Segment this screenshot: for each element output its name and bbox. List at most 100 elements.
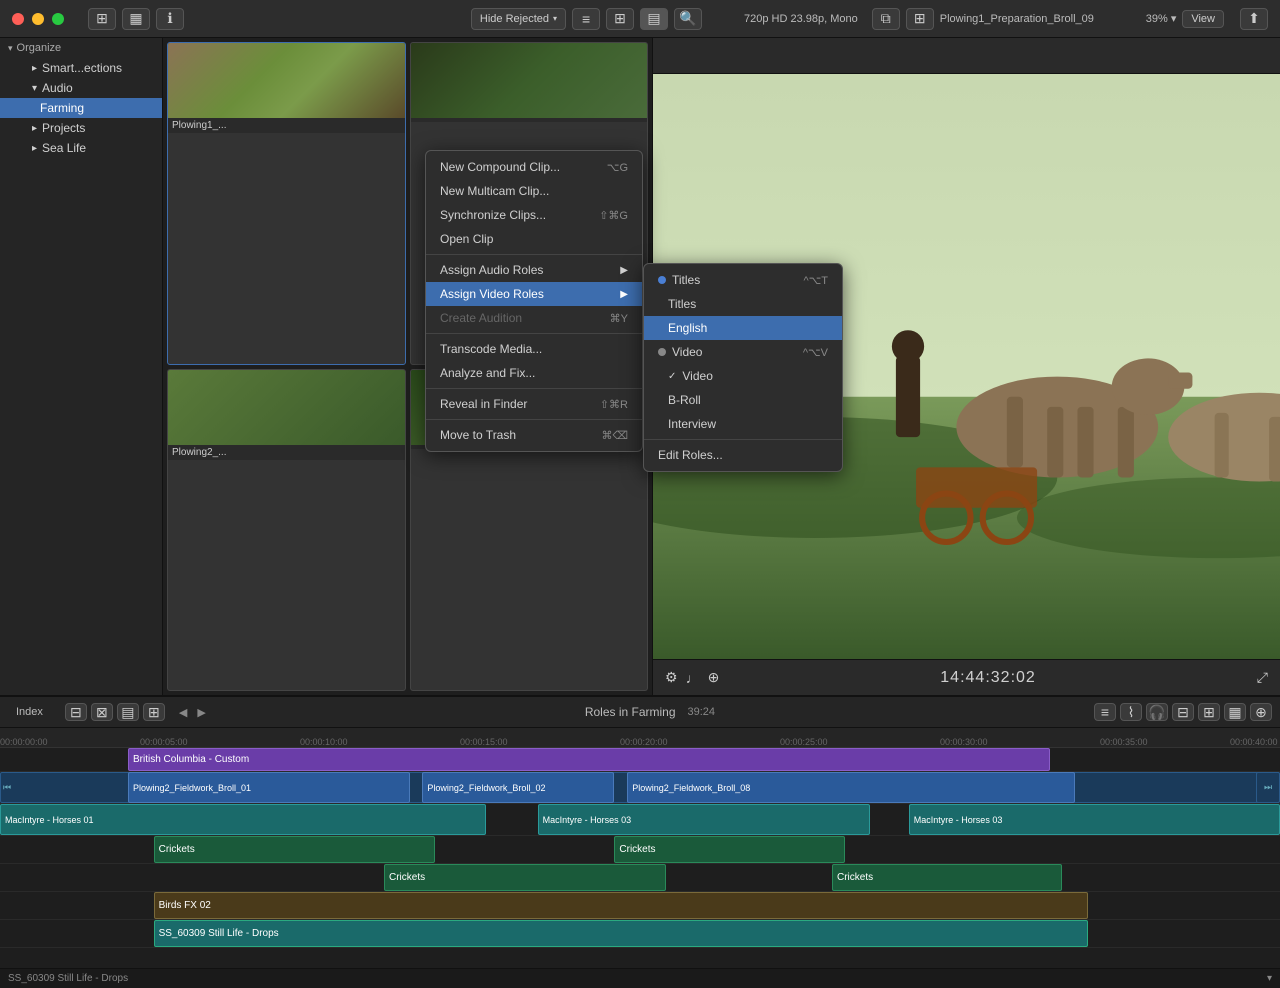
sidebar-item-sea-life[interactable]: ▸ Sea Life — [0, 138, 162, 158]
view-button[interactable]: View — [1182, 10, 1224, 28]
sub-video-role[interactable]: Video ^⌥V — [644, 340, 842, 364]
submenu-arrow-icon: ▶ — [620, 265, 628, 276]
sub-titles-role[interactable]: Titles ^⌥T — [644, 268, 842, 292]
timeline-clip[interactable]: Crickets — [832, 864, 1062, 891]
sub-titles-english-parent[interactable]: Titles — [644, 292, 842, 316]
track-content: Crickets Crickets — [0, 864, 1280, 891]
sub-broll[interactable]: B-Roll — [644, 388, 842, 412]
ctx-synchronize[interactable]: Synchronize Clips... ⇧⌘G — [426, 203, 642, 227]
share-icon[interactable]: ⬆ — [1240, 8, 1268, 30]
filter-icon[interactable]: ≡ — [572, 8, 600, 30]
index-bar: Index ⊟ ⊠ ▤ ⊞ ◀ ▶ Roles in Farming 39:24… — [0, 696, 1280, 728]
sidebar-item-farming[interactable]: Farming — [0, 98, 162, 118]
folder-icon: ▸ — [32, 63, 37, 74]
ctx-transcode[interactable]: Transcode Media... — [426, 337, 642, 361]
settings-icon[interactable]: ⚙ — [665, 669, 678, 686]
roles-icon[interactable]: ⊞ — [1198, 703, 1220, 721]
audio-icon[interactable]: ♩ — [686, 670, 700, 686]
ruler-tick: 00:00:15:00 — [460, 737, 508, 747]
maximize-button[interactable] — [52, 13, 64, 25]
waveform-icon[interactable]: ⌇ — [1120, 703, 1142, 721]
cursor-indicator: ▾ — [1267, 973, 1272, 984]
timeline-clip[interactable]: Plowing2_Fieldwork_Broll_08 — [627, 772, 1075, 803]
list-view-icon[interactable]: ▤ — [640, 8, 668, 30]
clip-appearance-icon[interactable]: ▦ — [1224, 703, 1246, 721]
timeline-clip[interactable]: MacIntyre - Horses 03 — [538, 804, 871, 835]
arrow-icon: ▾ — [8, 43, 13, 54]
clip-thumbnail — [411, 43, 648, 118]
nav-back-icon[interactable]: ◀ — [179, 706, 187, 719]
timeline-clip[interactable]: Crickets — [614, 836, 844, 863]
search-icon[interactable]: 🔍 — [674, 8, 702, 30]
ruler-tick: 00:00:25:00 — [780, 737, 828, 747]
timeline-icon2[interactable]: ⊠ — [91, 703, 113, 721]
ruler-tick: 00:00:10:00 — [300, 737, 348, 747]
fullscreen-icon[interactable]: ⤢ — [1257, 669, 1268, 686]
ruler-tick: 00:00:40:00 — [1230, 737, 1278, 747]
timeline-clip[interactable]: MacIntyre - Horses 01 — [0, 804, 486, 835]
ctx-assign-video[interactable]: Assign Video Roles ▶ — [426, 282, 642, 306]
browser-panel: Plowing1_... Plowing2_... New Compound C… — [163, 38, 653, 695]
hide-rejected-btn[interactable]: Hide Rejected ▾ — [471, 8, 566, 30]
channel-icon[interactable]: ⊟ — [1172, 703, 1194, 721]
submenu-video-roles: Titles ^⌥T Titles English Video ^⌥V — [643, 263, 843, 472]
ctx-assign-audio[interactable]: Assign Audio Roles ▶ — [426, 258, 642, 282]
grid-view-icon[interactable]: ⊞ — [606, 8, 634, 30]
close-button[interactable] — [12, 13, 24, 25]
index-tab[interactable]: Index — [8, 704, 51, 720]
ctx-separator — [426, 419, 642, 420]
timeline-icon1[interactable]: ⊟ — [65, 703, 87, 721]
track-row-drops: SS_60309 Still Life - Drops — [0, 920, 1280, 948]
timeline-clip[interactable]: MacIntyre - Horses 03 — [909, 804, 1280, 835]
ctx-analyze[interactable]: Analyze and Fix... — [426, 361, 642, 385]
ctx-separator — [426, 388, 642, 389]
clip-name-label: Plowing1_Preparation_Broll_09 — [940, 13, 1140, 25]
sub-video-check[interactable]: ✓ Video — [644, 364, 842, 388]
expand-icon[interactable]: ⊞ — [906, 8, 934, 30]
sidebar-item-audio[interactable]: ▾ Audio — [0, 78, 162, 98]
track-content: Crickets Crickets — [0, 836, 1280, 863]
track-row-birds: Birds FX 02 — [0, 892, 1280, 920]
ctx-open-clip[interactable]: Open Clip — [426, 227, 642, 251]
timeline-clip[interactable]: Crickets — [384, 864, 666, 891]
ctx-reveal-finder[interactable]: Reveal in Finder ⇧⌘R — [426, 392, 642, 416]
external-display-icon[interactable]: ⧉ — [872, 8, 900, 30]
timeline-clip[interactable]: British Columbia - Custom — [128, 748, 1050, 771]
timeline-tracks: British Columbia - Custom ⏮ Plowing2_Fie… — [0, 748, 1280, 968]
sidebar-item-smart-collections[interactable]: ▸ Smart...ections — [0, 58, 162, 78]
timeline-icon4[interactable]: ⊞ — [143, 703, 165, 721]
headphone-icon[interactable]: 🎧 — [1146, 703, 1168, 721]
sub-english[interactable]: English — [644, 316, 842, 340]
clip-thumb[interactable]: Plowing1_... — [167, 42, 406, 365]
sidebar-organize-header[interactable]: ▾ Organize — [0, 38, 162, 58]
clip-label: Plowing2_... — [168, 445, 405, 460]
role-dot-icon — [658, 348, 666, 356]
timeline-clip[interactable]: Plowing2_Fieldwork_Broll_01 — [128, 772, 410, 803]
clip-thumb[interactable]: Plowing2_... — [167, 369, 406, 692]
timeline-clip[interactable]: Birds FX 02 — [154, 892, 1088, 919]
clips-icon[interactable]: ▦ — [122, 8, 150, 30]
timeline-clip[interactable]: SS_60309 Still Life - Drops — [154, 920, 1088, 947]
resolution-label: 720p HD 23.98p, Mono — [744, 13, 858, 25]
ctx-separator — [426, 254, 642, 255]
check-icon: ✓ — [668, 371, 676, 382]
inspector-icon[interactable]: ℹ — [156, 8, 184, 30]
timeline-clip[interactable]: Plowing2_Fieldwork_Broll_02 — [422, 772, 614, 803]
ctx-new-compound[interactable]: New Compound Clip... ⌥G — [426, 155, 642, 179]
sidebar-item-projects[interactable]: ▸ Projects — [0, 118, 162, 138]
nav-forward-icon[interactable]: ▶ — [197, 706, 205, 719]
timeline-clip[interactable]: Crickets — [154, 836, 436, 863]
minimize-button[interactable] — [32, 13, 44, 25]
sub-edit-roles[interactable]: Edit Roles... — [644, 443, 842, 467]
audio-lanes-icon[interactable]: ≡ — [1094, 703, 1116, 721]
zoom-in-icon[interactable]: ⊕ — [708, 669, 720, 686]
sub-interview[interactable]: Interview — [644, 412, 842, 436]
ctx-move-trash[interactable]: Move to Trash ⌘⌫ — [426, 423, 642, 447]
sidebar: ▾ Organize ▸ Smart...ections ▾ Audio Far… — [0, 38, 163, 695]
folder-icon: ▾ — [32, 83, 37, 94]
ctx-new-multicam[interactable]: New Multicam Clip... — [426, 179, 642, 203]
timeline-icon3[interactable]: ▤ — [117, 703, 139, 721]
timeline-label: Roles in Farming — [585, 705, 676, 719]
zoom-timeline-icon[interactable]: ⊕ — [1250, 703, 1272, 721]
library-icon[interactable]: ⊞ — [88, 8, 116, 30]
